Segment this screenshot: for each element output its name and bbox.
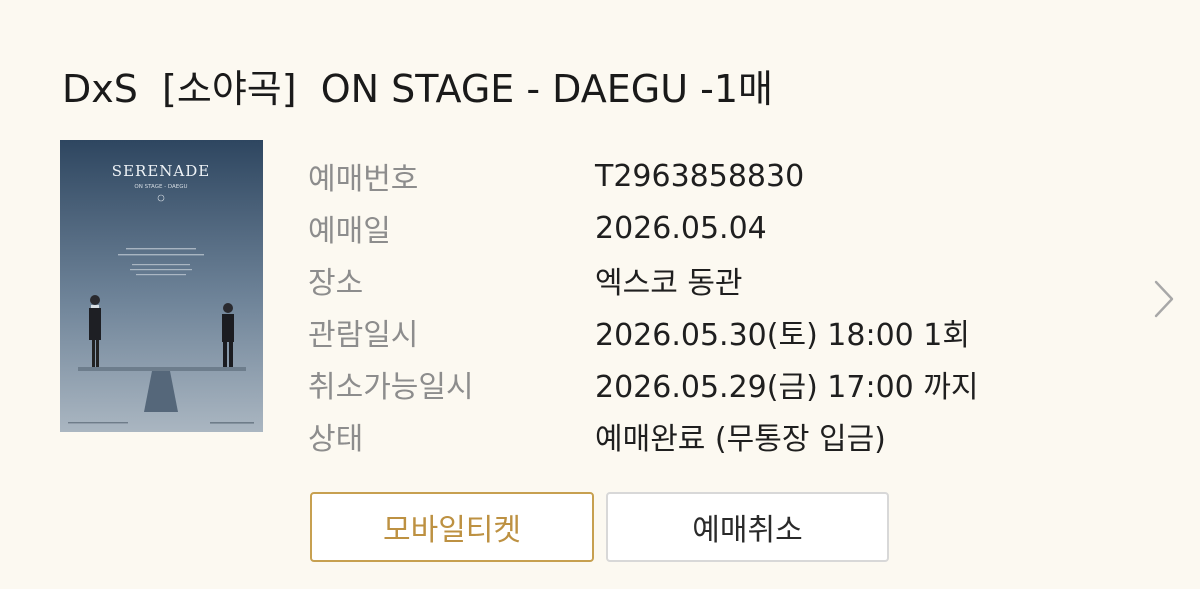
- booking-date-value: 2026.05.04: [595, 210, 767, 246]
- detail-row-cancel-deadline: 취소가능일시 2026.05.29(금) 17:00 까지: [308, 358, 979, 410]
- detail-row-show-datetime: 관람일시 2026.05.30(토) 18:00 1회: [308, 306, 979, 358]
- poster-subtitle: ON STAGE - DAEGU: [134, 184, 187, 190]
- booking-details: 예매번호 T2963858830 예매일 2026.05.04 장소 엑스코 동…: [308, 150, 979, 462]
- booking-title: DxS [소야곡] ON STAGE - DAEGU -1매: [62, 67, 773, 111]
- chevron-right-icon[interactable]: [1150, 278, 1176, 320]
- show-datetime-label: 관람일시: [308, 318, 419, 353]
- detail-row-booking-date: 예매일 2026.05.04: [308, 202, 979, 254]
- cancel-deadline-label: 취소가능일시: [308, 370, 474, 405]
- detail-row-venue: 장소 엑스코 동관: [308, 254, 979, 306]
- status-value: 예매완료 (무통장 입금): [595, 422, 886, 457]
- status-label: 상태: [308, 422, 364, 457]
- detail-row-booking-number: 예매번호 T2963858830: [308, 150, 979, 202]
- venue-value: 엑스코 동관: [595, 266, 743, 301]
- booking-number-label: 예매번호: [308, 162, 419, 197]
- cancel-booking-button[interactable]: 예매취소: [606, 492, 889, 562]
- venue-label: 장소: [308, 266, 364, 301]
- show-datetime-value: 2026.05.30(토) 18:00 1회: [595, 318, 970, 353]
- booking-date-label: 예매일: [308, 214, 391, 249]
- booking-number-value: T2963858830: [595, 158, 805, 194]
- poster-heading: SERENADE: [112, 162, 210, 180]
- cancel-deadline-value: 2026.05.29(금) 17:00 까지: [595, 370, 979, 405]
- event-poster: SERENADE ON STAGE - DAEGU: [60, 140, 263, 432]
- mobile-ticket-button[interactable]: 모바일티켓: [310, 492, 594, 562]
- detail-row-status: 상태 예매완료 (무통장 입금): [308, 410, 979, 462]
